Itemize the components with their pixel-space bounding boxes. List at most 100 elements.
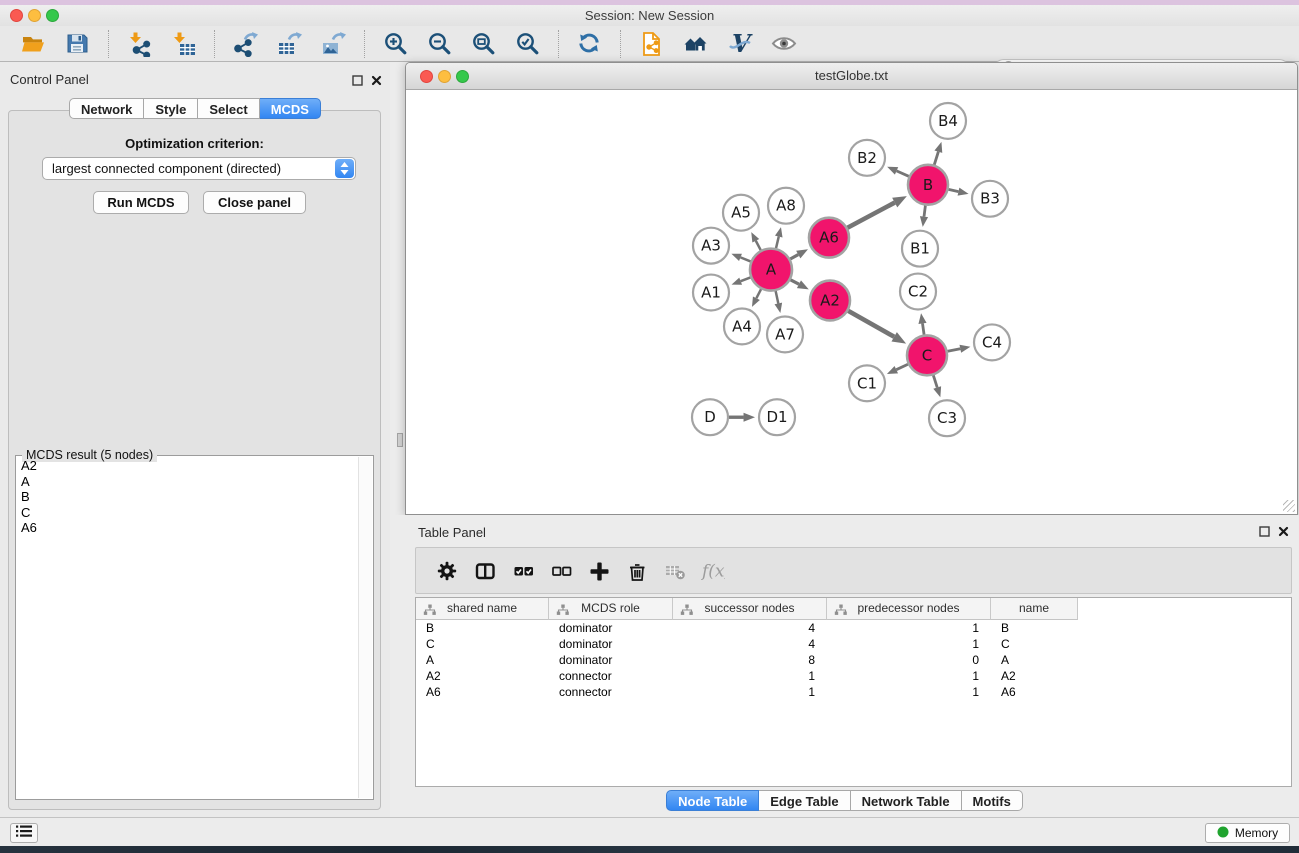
edge-C-C4[interactable] bbox=[948, 345, 971, 353]
node-A1[interactable]: A1 bbox=[693, 275, 729, 311]
cell-predecessor-nodes[interactable]: 1 bbox=[827, 636, 991, 652]
column-header-name[interactable]: name bbox=[991, 598, 1078, 620]
cell-successor-nodes[interactable]: 1 bbox=[673, 684, 827, 700]
cell-MCDS-role[interactable]: connector bbox=[549, 684, 673, 700]
column-header-successor-nodes[interactable]: successor nodes bbox=[673, 598, 827, 620]
column-header-MCDS-role[interactable]: MCDS role bbox=[549, 598, 673, 620]
table-row[interactable]: Cdominator41C bbox=[416, 636, 1291, 652]
mcds-result-list[interactable]: A2ABCA6 bbox=[16, 458, 358, 799]
cell-MCDS-role[interactable]: dominator bbox=[549, 636, 673, 652]
edge-A-A8[interactable] bbox=[775, 227, 783, 248]
cell-name[interactable]: A2 bbox=[991, 668, 1078, 684]
show-panels-button[interactable] bbox=[10, 823, 38, 843]
cell-shared-name[interactable]: A bbox=[416, 652, 549, 668]
toolbar-home-button[interactable] bbox=[680, 28, 712, 60]
tab-edge-table[interactable]: Edge Table bbox=[759, 790, 850, 811]
table-toolbar-columns-button[interactable] bbox=[470, 557, 500, 585]
cell-name[interactable]: A bbox=[991, 652, 1078, 668]
cell-MCDS-role[interactable]: dominator bbox=[549, 620, 673, 636]
edge-B-B3[interactable] bbox=[948, 188, 968, 196]
cell-shared-name[interactable]: A2 bbox=[416, 668, 549, 684]
window-resize-grip[interactable] bbox=[1283, 500, 1295, 512]
table-toolbar-deselect-all-button[interactable] bbox=[546, 557, 576, 585]
close-panel-button[interactable]: Close panel bbox=[203, 191, 306, 214]
tab-node-table[interactable]: Node Table bbox=[666, 790, 759, 811]
node-A5[interactable]: A5 bbox=[723, 195, 759, 231]
mcds-result-item[interactable]: A bbox=[16, 474, 358, 490]
cell-predecessor-nodes[interactable]: 1 bbox=[827, 684, 991, 700]
node-C4[interactable]: C4 bbox=[974, 324, 1010, 360]
table-toolbar-gear-button[interactable] bbox=[432, 557, 462, 585]
node-C[interactable]: C bbox=[907, 335, 947, 375]
column-header-shared-name[interactable]: shared name bbox=[416, 598, 549, 620]
mcds-result-item[interactable]: A6 bbox=[16, 520, 358, 536]
criterion-dropdown[interactable]: largest connected component (directed) bbox=[42, 157, 356, 180]
toolbar-export-network-button[interactable] bbox=[230, 28, 262, 60]
toolbar-doc-network-button[interactable] bbox=[636, 28, 668, 60]
toolbar-import-table-button[interactable] bbox=[168, 28, 200, 60]
edge-A-A2[interactable] bbox=[790, 280, 808, 290]
edge-B-B1[interactable] bbox=[920, 206, 928, 227]
node-C3[interactable]: C3 bbox=[929, 400, 965, 436]
mcds-result-item[interactable]: C bbox=[16, 505, 358, 521]
edge-D-D1[interactable] bbox=[729, 413, 755, 422]
table-row[interactable]: A6connector11A6 bbox=[416, 684, 1291, 700]
toolbar-save-button[interactable] bbox=[62, 28, 94, 60]
node-C1[interactable]: C1 bbox=[849, 365, 885, 401]
close-panel-icon[interactable] bbox=[1278, 524, 1289, 542]
cell-predecessor-nodes[interactable]: 0 bbox=[827, 652, 991, 668]
run-mcds-button[interactable]: Run MCDS bbox=[93, 191, 189, 214]
edge-C-C2[interactable] bbox=[918, 313, 926, 334]
memory-button[interactable]: Memory bbox=[1205, 823, 1290, 843]
edge-B-B4[interactable] bbox=[934, 142, 942, 165]
toolbar-refresh-button[interactable] bbox=[574, 28, 606, 60]
tab-network[interactable]: Network bbox=[69, 98, 144, 119]
splitpane-handle[interactable] bbox=[397, 433, 403, 447]
edge-A-A1[interactable] bbox=[732, 277, 751, 284]
cell-name[interactable]: A6 bbox=[991, 684, 1078, 700]
mcds-result-item[interactable]: B bbox=[16, 489, 358, 505]
edge-A-A3[interactable] bbox=[731, 254, 750, 262]
node-A6[interactable]: A6 bbox=[809, 218, 849, 258]
node-A7[interactable]: A7 bbox=[767, 316, 803, 352]
toolbar-export-table-button[interactable] bbox=[274, 28, 306, 60]
edge-A-A6[interactable] bbox=[790, 249, 808, 259]
table-row[interactable]: Adominator80A bbox=[416, 652, 1291, 668]
edge-B-B2[interactable] bbox=[887, 167, 909, 177]
node-A[interactable]: A bbox=[750, 249, 792, 291]
float-panel-icon[interactable] bbox=[352, 73, 363, 91]
node-A3[interactable]: A3 bbox=[693, 228, 729, 264]
node-A2[interactable]: A2 bbox=[810, 281, 850, 321]
tab-network-table[interactable]: Network Table bbox=[851, 790, 962, 811]
edge-C-C3[interactable] bbox=[933, 375, 941, 397]
tab-select[interactable]: Select bbox=[198, 98, 259, 119]
cell-MCDS-role[interactable]: dominator bbox=[549, 652, 673, 668]
edge-A6-B[interactable] bbox=[848, 196, 907, 228]
table-row[interactable]: A2connector11A2 bbox=[416, 668, 1291, 684]
node-B[interactable]: B bbox=[908, 165, 948, 205]
tab-motifs[interactable]: Motifs bbox=[962, 790, 1023, 811]
cell-MCDS-role[interactable]: connector bbox=[549, 668, 673, 684]
edge-A2-C[interactable] bbox=[848, 311, 906, 344]
cell-shared-name[interactable]: A6 bbox=[416, 684, 549, 700]
edge-A-A7[interactable] bbox=[775, 291, 783, 313]
cell-successor-nodes[interactable]: 8 bbox=[673, 652, 827, 668]
tab-mcds[interactable]: MCDS bbox=[260, 98, 321, 119]
float-panel-icon[interactable] bbox=[1259, 524, 1270, 542]
node-A8[interactable]: A8 bbox=[768, 188, 804, 224]
cell-shared-name[interactable]: C bbox=[416, 636, 549, 652]
toolbar-export-image-button[interactable] bbox=[318, 28, 350, 60]
cell-predecessor-nodes[interactable]: 1 bbox=[827, 668, 991, 684]
node-C2[interactable]: C2 bbox=[900, 274, 936, 310]
column-header-predecessor-nodes[interactable]: predecessor nodes bbox=[827, 598, 991, 620]
node-D1[interactable]: D1 bbox=[759, 399, 795, 435]
tab-style[interactable]: Style bbox=[144, 98, 198, 119]
toolbar-import-network-button[interactable] bbox=[124, 28, 156, 60]
toolbar-open-button[interactable] bbox=[18, 28, 50, 60]
close-panel-icon[interactable] bbox=[371, 73, 382, 91]
cell-successor-nodes[interactable]: 4 bbox=[673, 620, 827, 636]
table-toolbar-delete-button[interactable] bbox=[622, 557, 652, 585]
cell-name[interactable]: C bbox=[991, 636, 1078, 652]
cell-successor-nodes[interactable]: 4 bbox=[673, 636, 827, 652]
edge-C-C1[interactable] bbox=[887, 364, 908, 374]
